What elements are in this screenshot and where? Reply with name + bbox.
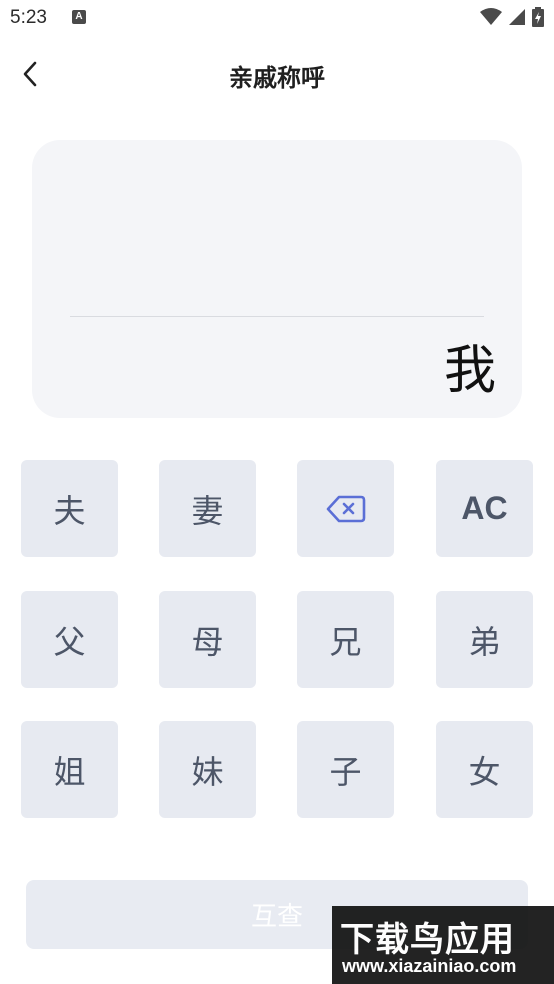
key-younger-brother[interactable]: 弟 (436, 591, 533, 688)
battery-icon (532, 7, 544, 27)
app-bar: 亲戚称呼 (0, 44, 554, 104)
backspace-button[interactable] (297, 460, 394, 557)
status-icons (480, 6, 544, 28)
clear-all-button[interactable]: AC (436, 460, 533, 557)
watermark-url: www.xiazainiao.com (342, 956, 517, 976)
key-son[interactable]: 子 (297, 721, 394, 818)
status-time: 5:23 (10, 7, 47, 28)
key-mother[interactable]: 母 (159, 591, 256, 688)
result-text: 我 (443, 341, 496, 401)
signal-icon (509, 9, 525, 25)
key-wife[interactable]: 妻 (159, 460, 256, 557)
key-father[interactable]: 父 (21, 591, 118, 688)
key-husband[interactable]: 夫 (21, 460, 118, 557)
watermark: 下载鸟应用 www.xiazainiao.com (332, 906, 554, 984)
result-display: 我 (32, 140, 522, 418)
notification-icon: A (72, 10, 86, 24)
key-elder-brother[interactable]: 兄 (297, 591, 394, 688)
status-bar: 5:23 A (0, 0, 554, 36)
display-divider (70, 316, 484, 317)
key-daughter[interactable]: 女 (436, 721, 533, 818)
page-title: 亲戚称呼 (229, 64, 325, 92)
key-younger-sister[interactable]: 妹 (159, 721, 256, 818)
wifi-icon (480, 8, 502, 25)
backspace-icon (326, 495, 365, 522)
watermark-title: 下载鸟应用 (340, 920, 515, 960)
key-elder-sister[interactable]: 姐 (21, 721, 118, 818)
